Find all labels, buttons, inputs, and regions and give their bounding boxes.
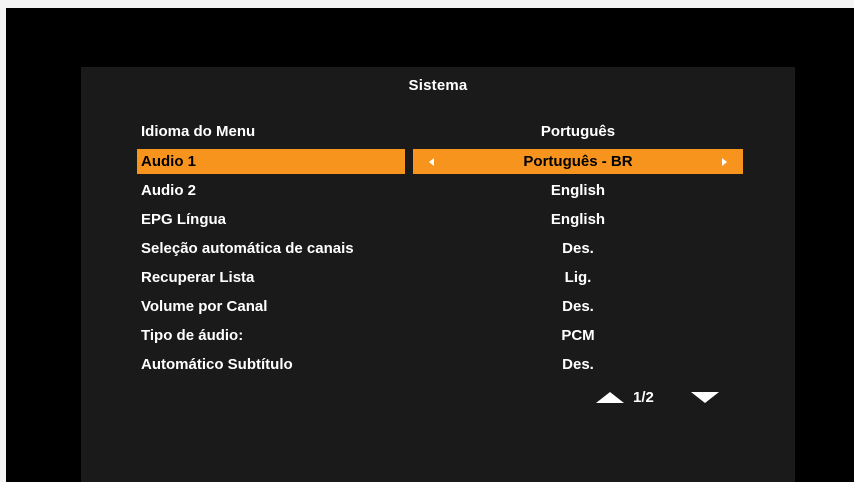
row-value: PCM bbox=[561, 327, 595, 344]
row-value: English bbox=[550, 182, 606, 199]
row-label: Audio 2 bbox=[141, 182, 196, 199]
pagination: 1/2 bbox=[596, 388, 726, 408]
arrow-left-icon[interactable] bbox=[429, 158, 434, 166]
row-label: Tipo de áudio: bbox=[141, 327, 244, 344]
menu-row-volume-por-canal[interactable]: Volume por Canal Des. bbox=[137, 294, 743, 319]
menu-row-recuperar-lista[interactable]: Recuperar Lista Lig. bbox=[137, 265, 743, 290]
page-indicator: 1/2 bbox=[633, 389, 654, 406]
menu-row-idioma-do-menu[interactable]: Idioma do Menu Português bbox=[137, 119, 743, 144]
row-label: Automático Subtítulo bbox=[141, 356, 293, 373]
row-value: Português - BR bbox=[523, 153, 633, 170]
page-title: Sistema bbox=[408, 77, 468, 94]
row-label: Volume por Canal bbox=[141, 298, 268, 315]
tv-screen: Sistema Idioma do Menu Português Audio 1… bbox=[6, 8, 854, 482]
row-label: Recuperar Lista bbox=[141, 269, 255, 286]
row-value-selector[interactable]: Português - BR bbox=[413, 149, 743, 174]
row-value: Des. bbox=[562, 240, 594, 257]
settings-panel: Sistema Idioma do Menu Português Audio 1… bbox=[81, 67, 795, 482]
row-label: Idioma do Menu bbox=[141, 123, 256, 140]
row-value: Português bbox=[540, 123, 616, 140]
row-value: English bbox=[550, 211, 606, 228]
row-value: Lig. bbox=[564, 269, 592, 286]
menu-row-selecao-automatica[interactable]: Seleção automática de canais Des. bbox=[137, 236, 743, 261]
row-label: EPG Língua bbox=[141, 211, 227, 228]
row-label: Seleção automática de canais bbox=[141, 240, 354, 257]
row-value: Des. bbox=[562, 356, 594, 373]
menu-row-automatico-subtitulo[interactable]: Automático Subtítulo Des. bbox=[137, 352, 743, 377]
triangle-up-icon[interactable] bbox=[596, 392, 624, 403]
menu-row-audio-1[interactable]: Audio 1 Português - BR bbox=[137, 149, 743, 174]
triangle-down-icon[interactable] bbox=[691, 392, 719, 403]
row-label: Audio 1 bbox=[137, 149, 405, 174]
menu-row-epg-lingua[interactable]: EPG Língua English bbox=[137, 207, 743, 232]
arrow-right-icon[interactable] bbox=[722, 158, 727, 166]
row-value: Des. bbox=[562, 298, 594, 315]
menu-row-tipo-de-audio[interactable]: Tipo de áudio: PCM bbox=[137, 323, 743, 348]
menu-row-audio-2[interactable]: Audio 2 English bbox=[137, 178, 743, 203]
